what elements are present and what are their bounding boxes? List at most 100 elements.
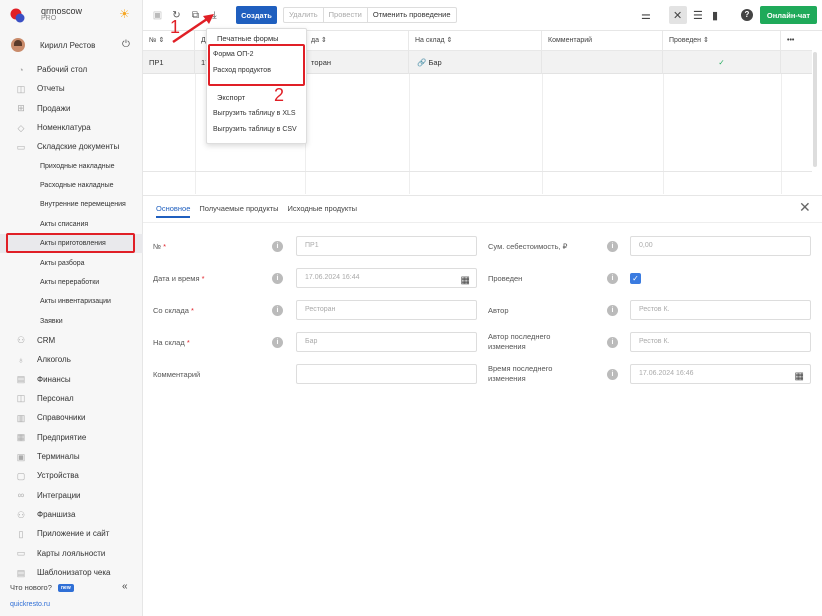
- column-header-from[interactable]: да ⇕: [305, 31, 409, 51]
- sidebar-item[interactable]: Акты разбора: [0, 254, 143, 273]
- site-link[interactable]: quickresto.ru: [10, 601, 50, 608]
- menu-item-export-csv[interactable]: Выгрузить таблицу в CSV: [213, 126, 297, 133]
- tab-source-products[interactable]: Исходные продукты: [288, 204, 358, 218]
- posted-checkbox[interactable]: ✓: [630, 273, 641, 284]
- column-header-to[interactable]: На склад ⇕: [409, 31, 542, 51]
- create-button[interactable]: Создать: [236, 6, 277, 24]
- online-chat-button[interactable]: Онлайн-чат: [760, 6, 817, 24]
- sidebar-item[interactable]: Акты переработки: [0, 273, 143, 292]
- sidebar-item[interactable]: ▤ Финансы: [0, 370, 143, 389]
- tools-icon[interactable]: ✕: [673, 9, 682, 22]
- post-button[interactable]: Провести: [324, 8, 368, 22]
- sidebar-item[interactable]: Акты приготовления: [0, 234, 143, 254]
- sidebar-item[interactable]: Расходные накладные: [0, 176, 143, 195]
- sidebar-item[interactable]: Приходные накладные: [0, 157, 143, 176]
- column-menu-button[interactable]: •••: [781, 31, 812, 51]
- sidebar-item[interactable]: ▦ Предприятие: [0, 428, 143, 447]
- last-author-input[interactable]: Рестов К.: [630, 332, 811, 352]
- info-icon[interactable]: i: [607, 305, 618, 316]
- field-label-last-author: Автор последнего изменения: [488, 332, 551, 351]
- power-icon[interactable]: ⏻: [122, 39, 130, 50]
- tab-received-products[interactable]: Получаемые продукты: [199, 204, 278, 218]
- sidebar-item-label: Устройства: [37, 471, 79, 481]
- sidebar: qrmoscow PRO ☀ Кирилл Рестов ⏻ ◔ Рабочий …: [0, 0, 143, 616]
- app-icon: ▯: [18, 528, 24, 539]
- wallet-icon: ▤: [16, 374, 26, 385]
- sidebar-item[interactable]: ♁ Алкоголь: [0, 350, 143, 369]
- user-name: Кирилл Рестов: [40, 41, 96, 50]
- cost-input[interactable]: 0,00: [630, 236, 811, 256]
- delete-button[interactable]: Удалить: [284, 8, 324, 22]
- annotation-number-2: 2: [274, 85, 285, 105]
- info-icon[interactable]: i: [607, 273, 618, 284]
- required-mark: *: [163, 242, 167, 251]
- info-icon[interactable]: i: [272, 337, 283, 348]
- link-icon: 🔗: [417, 58, 427, 67]
- sidebar-item[interactable]: Акты списания: [0, 215, 143, 234]
- sidebar-item[interactable]: ◔ Рабочий стол: [0, 60, 143, 79]
- trash-icon[interactable]: ▮: [712, 9, 718, 22]
- close-icon[interactable]: ✕: [799, 199, 811, 216]
- info-icon[interactable]: i: [607, 369, 618, 380]
- info-icon[interactable]: i: [272, 305, 283, 316]
- field-label-author: Автор: [488, 306, 509, 315]
- collapse-sidebar-button[interactable]: «: [122, 581, 128, 592]
- user-profile[interactable]: Кирилл Рестов ⏻: [0, 34, 143, 56]
- info-icon[interactable]: i: [607, 241, 618, 252]
- author-input[interactable]: Рестов К.: [630, 300, 811, 320]
- sidebar-item[interactable]: ◫ Отчеты: [0, 79, 143, 98]
- sidebar-item-label: Финансы: [37, 374, 71, 384]
- sidebar-item[interactable]: ▭ Карты лояльности: [0, 544, 143, 563]
- last-time-input[interactable]: 17.06.2024 16:46 ▦: [630, 364, 811, 384]
- sidebar-item[interactable]: Акты инвентаризации: [0, 292, 143, 311]
- sidebar-item[interactable]: ▭ Складские документы: [0, 137, 143, 156]
- column-header-posted[interactable]: Проведен ⇕: [663, 31, 781, 51]
- info-icon[interactable]: i: [607, 337, 618, 348]
- comment-input[interactable]: [296, 364, 477, 384]
- brand[interactable]: qrmoscow PRO ☀: [0, 0, 143, 30]
- tab-main[interactable]: Основное: [156, 204, 191, 218]
- sidebar-item-label: Акты приготовления: [40, 240, 106, 248]
- from-warehouse-input[interactable]: Ресторан: [296, 300, 477, 320]
- sidebar-item[interactable]: ◫ Персонал: [0, 389, 143, 408]
- sidebar-item[interactable]: ⚇ CRM: [0, 331, 143, 350]
- date-input[interactable]: 17.06.2024 16:44 ▦: [296, 268, 477, 288]
- unpost-button[interactable]: Отменить проведение: [368, 8, 456, 22]
- sidebar-item[interactable]: ▢ Устройства: [0, 466, 143, 485]
- calendar-icon[interactable]: ▦: [461, 272, 470, 290]
- sidebar-item[interactable]: ▤ Шаблонизатор чека: [0, 563, 143, 582]
- field-label-num: № *: [153, 242, 166, 251]
- help-icon[interactable]: ?: [741, 9, 753, 21]
- list-icon[interactable]: ☰: [693, 9, 703, 22]
- sidebar-item-label: Терминалы: [37, 452, 80, 461]
- sidebar-item[interactable]: ∞ Интеграции: [0, 486, 143, 505]
- info-icon[interactable]: i: [272, 273, 283, 284]
- crm-icon: ⚇: [16, 335, 26, 346]
- whats-new-link[interactable]: Что нового?: [10, 583, 52, 592]
- to-warehouse-input[interactable]: Бар: [296, 332, 477, 352]
- sidebar-item[interactable]: Заявки: [0, 312, 143, 331]
- filter-settings-icon[interactable]: ⚌: [641, 9, 651, 22]
- sidebar-item[interactable]: ⊞ Продажи: [0, 99, 143, 118]
- sidebar-item[interactable]: ⚇ Франшиза: [0, 505, 143, 524]
- cell-num: ПР1: [143, 51, 195, 74]
- sidebar-item[interactable]: ▥ Справочники: [0, 408, 143, 427]
- sidebar-item[interactable]: ▯ Приложение и сайт: [0, 524, 143, 543]
- sidebar-item[interactable]: Внутренние перемещения: [0, 195, 143, 214]
- scrollbar[interactable]: [813, 52, 817, 167]
- required-mark: *: [186, 338, 190, 347]
- sidebar-item-label: Складские документы: [37, 142, 120, 152]
- sidebar-item[interactable]: ◇ Номенклатура: [0, 118, 143, 137]
- sidebar-item-label: Внутренние перемещения: [40, 201, 126, 209]
- menu-item-export-xls[interactable]: Выгрузить таблицу в XLS: [213, 110, 296, 117]
- sidebar-item[interactable]: ▣ Терминалы: [0, 447, 143, 466]
- column-header-comment[interactable]: Комментарий: [542, 31, 663, 51]
- info-icon[interactable]: i: [272, 241, 283, 252]
- people-icon: ◫: [16, 393, 26, 404]
- num-input[interactable]: ПР1: [296, 236, 477, 256]
- theme-sun-icon[interactable]: ☀: [119, 8, 131, 20]
- save-icon[interactable]: ▣: [152, 10, 163, 21]
- calendar-icon[interactable]: ▦: [795, 368, 804, 386]
- divider: [143, 222, 822, 223]
- sidebar-item-label: Франшиза: [37, 510, 76, 520]
